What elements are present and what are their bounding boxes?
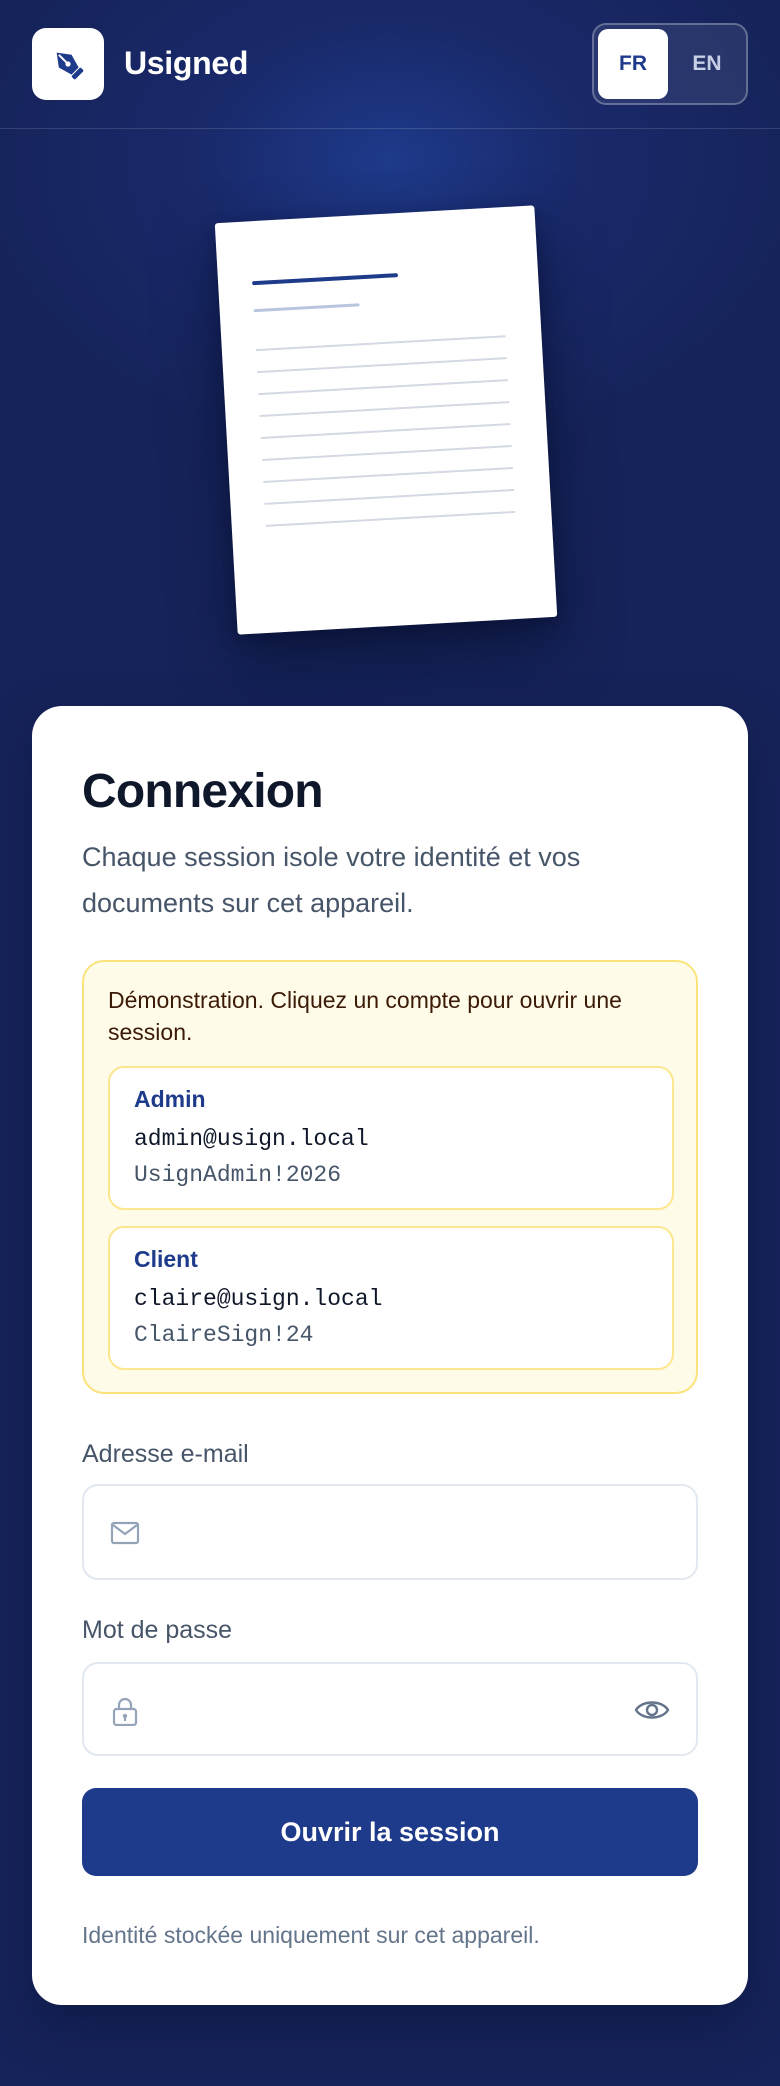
demo-note: Démonstration. Cliquez un compte pour ou…	[108, 987, 622, 1045]
account-role: Client	[134, 1246, 198, 1272]
language-fr-button[interactable]: FR	[598, 29, 668, 99]
demo-account-client[interactable]: Client claire@usign.local ClaireSign!24	[108, 1226, 674, 1370]
brand-name: Usigned	[124, 45, 249, 81]
account-password: UsignAdmin!2026	[134, 1162, 342, 1188]
document-subtitle-line	[253, 303, 360, 313]
email-input[interactable]	[156, 1486, 616, 1578]
open-session-button[interactable]: Ouvrir la session	[82, 1788, 698, 1876]
document-sheet	[214, 205, 558, 635]
document-text-line	[259, 401, 510, 418]
demo-accounts-panel: Démonstration. Cliquez un compte pour ou…	[82, 960, 698, 1394]
password-input[interactable]	[156, 1664, 616, 1754]
login-card: Connexion Chaque session isole votre ide…	[32, 706, 748, 2005]
mail-icon	[110, 1521, 140, 1545]
eye-icon[interactable]	[634, 1696, 670, 1724]
account-role: Admin	[134, 1086, 206, 1112]
document-text-line	[255, 335, 506, 352]
page-title: Connexion	[82, 765, 324, 818]
app-header: Usigned FR EN	[0, 0, 780, 129]
document-text-line	[258, 379, 509, 396]
document-text-line	[260, 423, 511, 440]
document-text-line	[261, 445, 512, 461]
email-label: Adresse e-mail	[82, 1440, 249, 1468]
account-email: claire@usign.local	[134, 1286, 383, 1312]
password-field-container	[82, 1662, 698, 1756]
storage-footnote: Identité stockée uniquement sur cet appa…	[82, 1922, 540, 1948]
document-text-line	[265, 510, 516, 527]
document-illustration	[214, 205, 558, 635]
email-field-container	[82, 1484, 698, 1580]
document-title-line	[252, 273, 399, 286]
account-email: admin@usign.local	[134, 1126, 369, 1152]
lock-icon	[112, 1697, 138, 1726]
document-text-line	[257, 357, 507, 374]
document-text-line	[263, 466, 513, 483]
pen-nib-icon	[56, 52, 84, 80]
account-password: ClaireSign!24	[134, 1322, 314, 1348]
app-logo	[32, 28, 104, 100]
demo-account-admin[interactable]: Admin admin@usign.local UsignAdmin!2026	[108, 1066, 674, 1210]
password-label: Mot de passe	[82, 1616, 233, 1644]
page-subtitle: Chaque session isole votre identité et v…	[82, 842, 581, 918]
language-switcher: FR EN	[592, 23, 748, 105]
language-en-button[interactable]: EN	[672, 29, 742, 99]
document-text-line	[264, 488, 515, 505]
